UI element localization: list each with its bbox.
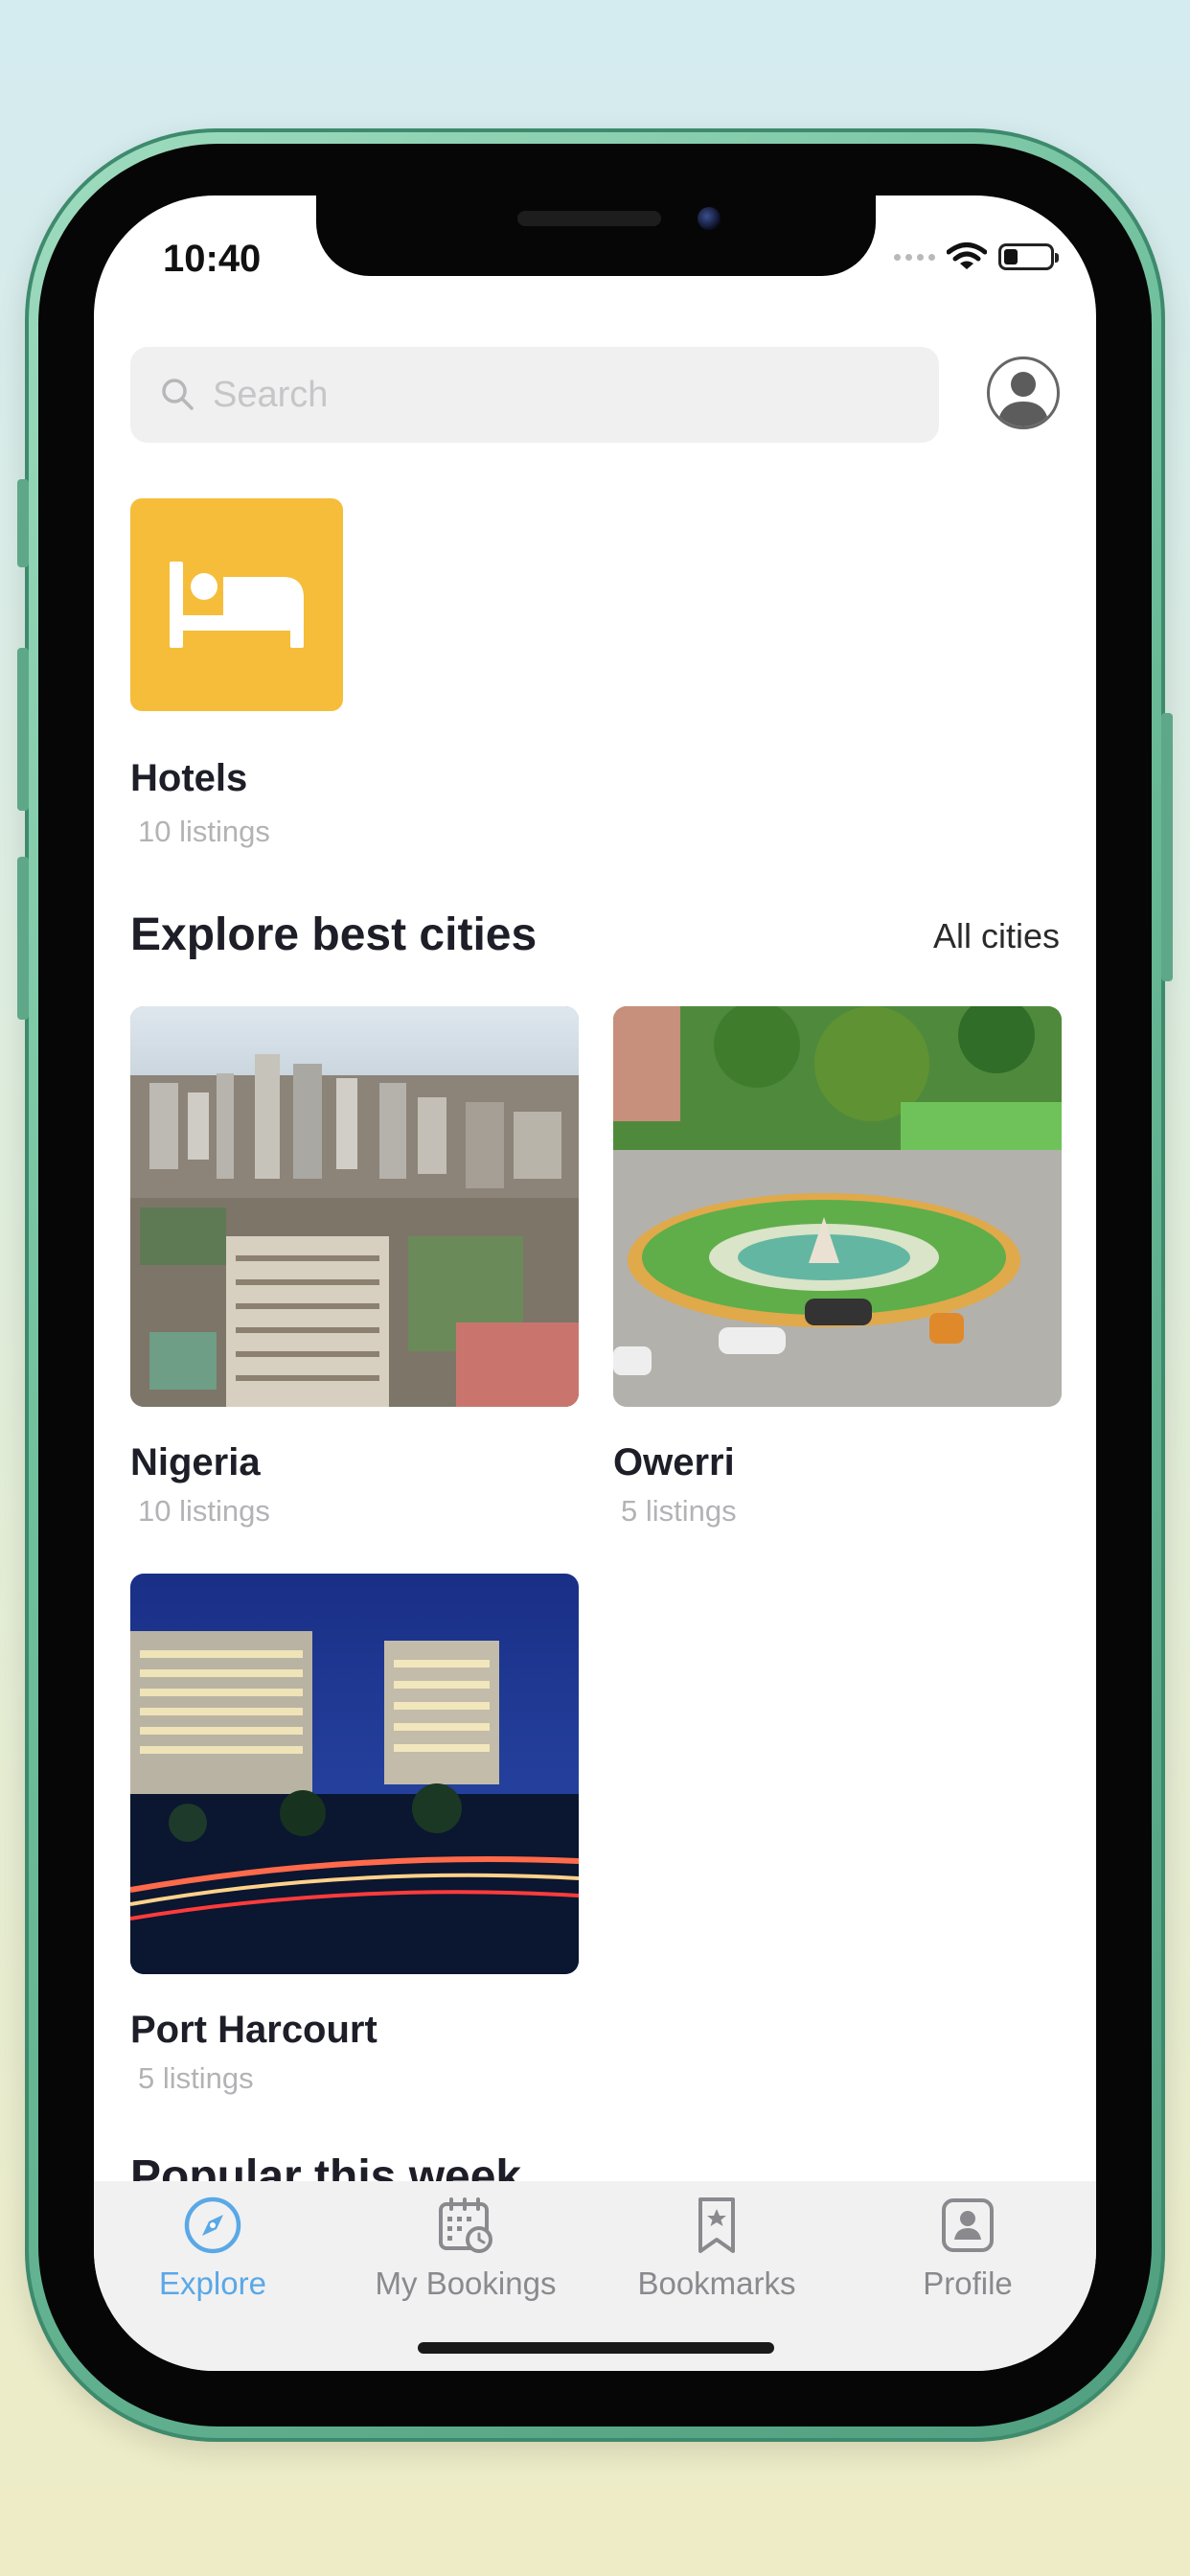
speaker [517, 211, 661, 226]
city-listings: 5 listings [138, 2061, 254, 2095]
volume-up-button [17, 648, 29, 811]
status-icons [894, 242, 1059, 272]
bed-icon [170, 562, 304, 648]
category-hotels-tile[interactable] [130, 498, 343, 711]
wifi-icon [947, 242, 987, 269]
tab-my-bookings[interactable]: My Bookings [341, 2195, 590, 2302]
category-listings: 10 listings [138, 815, 270, 848]
power-button [1161, 713, 1173, 981]
city-listings: 10 listings [138, 1494, 270, 1528]
bookmark-icon [592, 2195, 841, 2256]
tab-profile[interactable]: Profile [843, 2195, 1092, 2302]
volume-down-button [17, 857, 29, 1020]
city-name: Owerri [613, 1441, 735, 1484]
tab-label: Bookmarks [637, 2266, 796, 2301]
signal-icon [894, 253, 935, 261]
avatar-button[interactable] [987, 356, 1060, 429]
city-photo-owerri [613, 1006, 1062, 1407]
tab-bookmarks[interactable]: Bookmarks [592, 2195, 841, 2302]
section-title: Explore best cities [130, 909, 538, 960]
status-time: 10:40 [163, 238, 262, 280]
user-avatar-icon [997, 372, 1049, 426]
tab-label: Profile [923, 2266, 1013, 2301]
city-card-nigeria[interactable]: Nigeria 10 listings [130, 1006, 579, 1529]
city-card-owerri[interactable]: Owerri 5 listings [613, 1006, 1062, 1529]
front-camera [698, 207, 721, 230]
city-name: Nigeria [130, 1441, 261, 1484]
all-cities-link[interactable]: All cities [933, 916, 1060, 956]
tab-label: Explore [159, 2266, 266, 2301]
app-screen: 10:40 Search Hotels 10 listings Explore … [94, 196, 1096, 2371]
home-indicator [418, 2342, 774, 2354]
search-icon [159, 376, 197, 414]
search-bar[interactable]: Search [130, 347, 939, 443]
city-photo-port-harcourt [130, 1574, 579, 1974]
search-input[interactable]: Search [213, 375, 328, 416]
compass-icon [94, 2195, 337, 2256]
notch [316, 196, 876, 276]
city-photo-nigeria [130, 1006, 579, 1407]
profile-icon [843, 2195, 1092, 2256]
city-name: Port Harcourt [130, 2009, 378, 2051]
battery-icon [998, 243, 1059, 270]
tab-label: My Bookings [375, 2266, 557, 2301]
tab-explore[interactable]: Explore [94, 2195, 337, 2302]
city-card-port-harcourt[interactable]: Port Harcourt 5 listings [130, 1574, 579, 2096]
mute-switch [17, 479, 29, 567]
category-title: Hotels [130, 757, 248, 799]
calendar-icon [341, 2195, 590, 2256]
city-listings: 5 listings [621, 1494, 737, 1528]
